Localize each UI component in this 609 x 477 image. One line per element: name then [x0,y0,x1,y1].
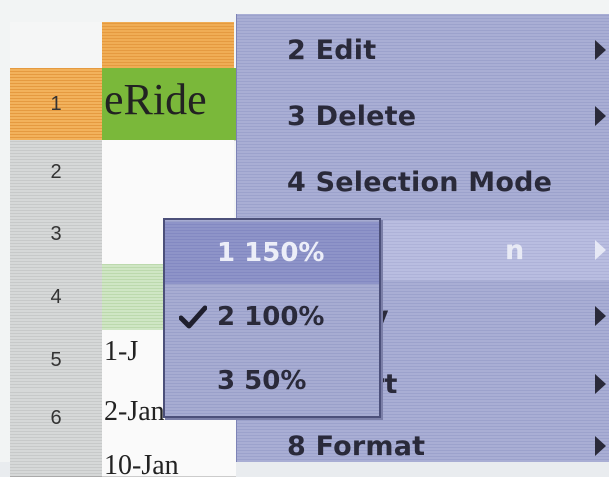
zoom-option-label: 2 100% [217,302,325,332]
zoom-option-50[interactable]: 3 50% [165,350,379,412]
submenu-arrow-icon [595,106,606,126]
row-header-2[interactable]: 2 [10,140,103,205]
submenu-arrow-icon [595,374,606,394]
row-number: 1 [50,92,62,115]
menu-item-edit[interactable]: 2 Edit [237,20,609,80]
corner-header [10,22,103,69]
date-text: 10-Jan [104,450,179,477]
menu-item-format[interactable]: 8 Format [237,416,609,476]
menu-item-label: 4 Selection Mode [287,166,553,198]
row-header-6[interactable]: 6 [10,390,103,447]
row-number: 3 [50,222,62,245]
submenu-arrow-icon [595,306,606,326]
title-cell-text: eRide [104,75,207,124]
submenu-arrow-icon [595,240,606,260]
date-text: 1-J [104,336,139,367]
row-header-5[interactable]: 5 [10,330,103,391]
cell-a2[interactable] [102,140,234,205]
checkmark-icon [179,305,207,329]
zoom-option-label: 1 150% [217,238,325,268]
zoom-submenu: 1 150% 2 100% 3 50% [163,218,381,418]
column-header-a[interactable] [102,22,234,69]
menu-item-label: n [505,234,525,266]
row-number: 4 [50,285,62,308]
date-text: 2-Jan [104,396,165,427]
title-cell[interactable]: eRide [102,68,236,141]
submenu-arrow-icon [595,436,606,456]
row-number: 5 [50,348,62,371]
zoom-option-150[interactable]: 1 150% [165,222,379,284]
row-number: 6 [50,406,62,429]
row-header-3[interactable]: 3 [10,204,103,265]
zoom-option-100[interactable]: 2 100% [165,286,379,348]
row-header-4[interactable]: 4 [10,264,103,331]
row-number: 2 [50,160,62,183]
menu-item-label: 3 Delete [287,100,417,132]
menu-item-label: 8 Format [287,430,426,462]
menu-item-delete[interactable]: 3 Delete [237,86,609,146]
row-header-1[interactable]: 1 [10,68,103,141]
submenu-arrow-icon [595,40,606,60]
zoom-option-label: 3 50% [217,366,307,396]
menu-item-selection-mode[interactable]: 4 Selection Mode [237,152,609,212]
menu-item-label: 2 Edit [287,34,377,66]
